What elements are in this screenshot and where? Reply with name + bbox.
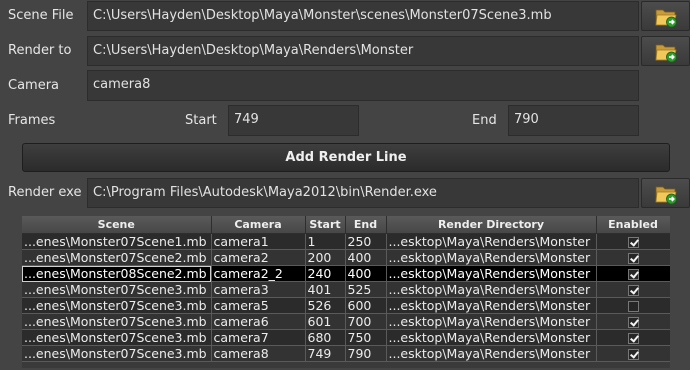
camera-input[interactable]: camera8	[87, 70, 639, 101]
folder-arrow-icon	[655, 44, 677, 63]
render-exe-label: Render exe	[8, 185, 82, 200]
end-cell[interactable]: 400	[345, 265, 387, 282]
table-row[interactable]: ...enes\Monster07Scene3.mb camera3 401 525.…	[22, 281, 670, 298]
frames-label: Frames	[8, 113, 56, 128]
table-row[interactable]: ...enes\Monster07Scene3.mb camera8 749 790.…	[22, 345, 670, 362]
table-row[interactable]: ...enes\Monster08Scene2.mb camera2_2 240 40…	[22, 265, 670, 282]
camera-cell[interactable]: camera8	[211, 345, 306, 362]
add-render-line-button[interactable]: Add Render Line	[22, 143, 670, 172]
end-cell[interactable]: 790	[345, 345, 387, 362]
end-cell[interactable]: 750	[345, 329, 387, 346]
column-header-render-directory[interactable]: Render Directory	[386, 216, 597, 234]
table-row[interactable]: ...enes\Monster07Scene1.mb camera1 1 250...…	[22, 233, 670, 250]
camera-cell[interactable]: camera2_2	[211, 265, 306, 282]
render-exe-input[interactable]: C:\Program Files\Autodesk\Maya2012\bin\R…	[87, 178, 639, 208]
enabled-checkbox[interactable]	[627, 333, 639, 344]
render-directory-cell[interactable]: ...esktop\Maya\Renders\Monster	[386, 233, 597, 250]
column-header-scene[interactable]: Scene	[22, 216, 212, 234]
enabled-cell	[596, 297, 670, 314]
camera-cell[interactable]: camera6	[211, 313, 306, 330]
enabled-cell	[596, 329, 670, 346]
enabled-checkbox[interactable]	[627, 349, 639, 360]
render-directory-cell[interactable]: ...esktop\Maya\Renders\Monster	[386, 345, 597, 362]
table-row[interactable]: ...enes\Monster07Scene3.mb camera7 680 750.…	[22, 329, 670, 346]
render-directory-cell[interactable]: ...esktop\Maya\Renders\Monster	[386, 249, 597, 266]
enabled-checkbox[interactable]	[627, 285, 639, 296]
start-cell[interactable]: 749	[305, 345, 346, 362]
column-header-enabled[interactable]: Enabled	[596, 216, 670, 234]
column-header-camera[interactable]: Camera	[211, 216, 306, 234]
camera-cell[interactable]: camera1	[211, 233, 306, 250]
table-row[interactable]: ...enes\Monster07Scene3.mb camera6 601 700.…	[22, 313, 670, 330]
scene-cell[interactable]: ...enes\Monster07Scene3.mb	[22, 281, 212, 298]
render-queue-table[interactable]: Scene Camera Start End Render Directory …	[22, 216, 670, 368]
render-directory-cell[interactable]: ...esktop\Maya\Renders\Monster	[386, 281, 597, 298]
scene-cell[interactable]: ...enes\Monster07Scene2.mb	[22, 249, 212, 266]
enabled-cell	[596, 249, 670, 266]
scene-file-browse-button[interactable]	[641, 1, 690, 31]
render-exe-browse-button[interactable]	[641, 178, 690, 208]
start-cell[interactable]: 1	[305, 233, 346, 250]
camera-cell[interactable]: camera7	[211, 329, 306, 346]
camera-cell[interactable]: camera5	[211, 297, 306, 314]
folder-arrow-icon	[655, 186, 677, 205]
table-row[interactable]: ...enes\Monster07Scene2.mb camera2 200 400.…	[22, 249, 670, 266]
scene-cell[interactable]: ...enes\Monster07Scene3.mb	[22, 297, 212, 314]
start-cell[interactable]: 401	[305, 281, 346, 298]
render-to-browse-button[interactable]	[641, 36, 690, 66]
scene-cell[interactable]: ...enes\Monster07Scene3.mb	[22, 329, 212, 346]
folder-arrow-icon	[655, 9, 677, 28]
enabled-cell	[596, 345, 670, 362]
column-header-end[interactable]: End	[345, 216, 387, 234]
start-cell[interactable]: 240	[305, 265, 346, 282]
camera-cell[interactable]: camera2	[211, 249, 306, 266]
render-directory-cell[interactable]: ...esktop\Maya\Renders\Monster	[386, 313, 597, 330]
scene-cell[interactable]: ...enes\Monster07Scene3.mb	[22, 345, 212, 362]
enabled-checkbox[interactable]	[627, 237, 639, 248]
scene-cell[interactable]: ...enes\Monster07Scene3.mb	[22, 313, 212, 330]
table-header-row: Scene Camera Start End Render Directory …	[22, 216, 670, 234]
start-frame-input[interactable]: 749	[228, 105, 359, 136]
start-cell[interactable]: 601	[305, 313, 346, 330]
enabled-checkbox[interactable]	[627, 317, 639, 328]
render-directory-cell[interactable]: ...esktop\Maya\Renders\Monster	[386, 329, 597, 346]
scene-cell[interactable]: ...enes\Monster08Scene2.mb	[22, 265, 212, 282]
enabled-cell	[596, 313, 670, 330]
camera-cell[interactable]: camera3	[211, 281, 306, 298]
scene-file-label: Scene File	[8, 8, 74, 23]
start-cell[interactable]: 680	[305, 329, 346, 346]
end-cell[interactable]: 400	[345, 249, 387, 266]
render-directory-cell[interactable]: ...esktop\Maya\Renders\Monster	[386, 297, 597, 314]
enabled-checkbox[interactable]	[627, 301, 639, 312]
start-cell[interactable]: 526	[305, 297, 346, 314]
column-header-start[interactable]: Start	[305, 216, 346, 234]
camera-label: Camera	[8, 78, 60, 93]
start-label: Start	[185, 113, 217, 128]
enabled-cell	[596, 281, 670, 298]
end-frame-input[interactable]: 790	[508, 105, 639, 136]
enabled-cell	[596, 233, 670, 250]
scene-cell[interactable]: ...enes\Monster07Scene1.mb	[22, 233, 212, 250]
end-cell[interactable]: 600	[345, 297, 387, 314]
end-cell[interactable]: 700	[345, 313, 387, 330]
enabled-cell	[596, 265, 670, 282]
render-directory-cell[interactable]: ...esktop\Maya\Renders\Monster	[386, 265, 597, 282]
render-to-label: Render to	[8, 43, 72, 58]
end-cell[interactable]: 250	[345, 233, 387, 250]
start-cell[interactable]: 200	[305, 249, 346, 266]
enabled-checkbox[interactable]	[627, 253, 639, 264]
table-row[interactable]: ...enes\Monster07Scene3.mb camera5 526 600.…	[22, 297, 670, 314]
end-label: End	[472, 113, 497, 128]
render-to-input[interactable]: C:\Users\Hayden\Desktop\Maya\Renders\Mon…	[87, 36, 639, 66]
end-cell[interactable]: 525	[345, 281, 387, 298]
enabled-checkbox[interactable]	[627, 269, 639, 280]
scene-file-input[interactable]: C:\Users\Hayden\Desktop\Maya\Monster\sce…	[87, 1, 639, 31]
